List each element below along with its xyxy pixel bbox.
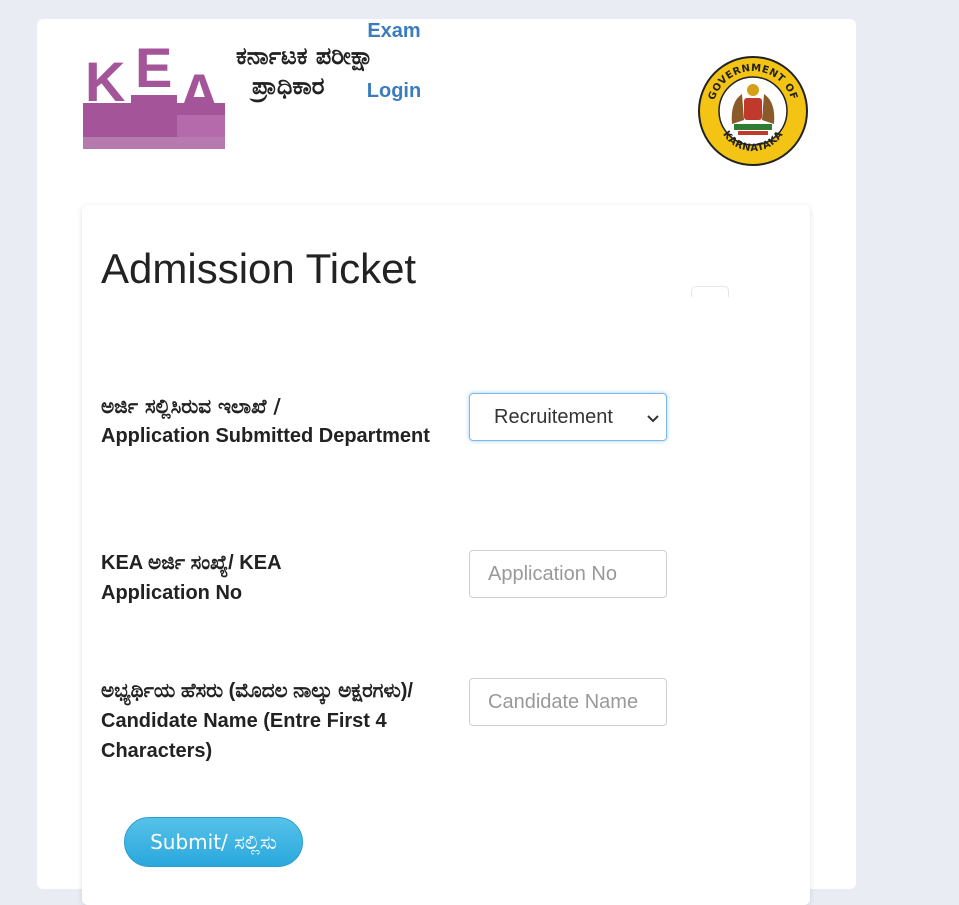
exam-login-line1: Exam <box>367 20 421 42</box>
logo-letter-a: A <box>179 62 219 125</box>
header-card: K E A ಕರ್ನಾಟಕ ಪರೀಕ್ಷಾ ಪ್ರಾಧಿಕಾರ Exam Log… <box>37 16 856 905</box>
application-no-label-en: Application No <box>101 582 243 604</box>
department-label-kn: ಅರ್ಜಿ ಸಲ್ಲಿಸಿರುವ ಇಲಾಖೆ / <box>101 394 281 418</box>
org-title-line2: ಪ್ರಾಧಿಕಾರ <box>252 72 325 100</box>
logo-letter-e: E <box>135 37 172 99</box>
candidate-name-label-en: Candidate Name (Entre First 4 Characters… <box>101 710 387 762</box>
small-box <box>691 286 729 297</box>
application-no-label-kn: KEA ಅರ್ಜಿ ಸಂಖ್ಯೆ/ KEA <box>101 552 282 574</box>
application-no-input[interactable] <box>469 550 667 598</box>
logo-letter-k: K <box>85 50 125 113</box>
admission-form-card: Admission Ticket ಅರ್ಜಿ ಸಲ್ಲಿಸಿರುವ ಇಲಾಖೆ … <box>82 205 810 905</box>
government-seal: GOVERNMENT OF KARNATAKA <box>698 56 808 166</box>
candidate-name-label-kn: ಅಭ್ಯರ್ಥಿಯ ಹೆಸರು (ಮೊದಲ ನಾಲ್ಕು ಅಕ್ಷರಗಳು)/ <box>101 680 413 702</box>
department-select[interactable]: Recruitement <box>469 393 667 441</box>
department-label-en: Application Submitted Department <box>101 425 430 447</box>
application-no-label: KEA ಅರ್ಜಿ ಸಂಖ್ಯೆ/ KEA Application No <box>101 548 431 608</box>
kea-logo: K E A <box>83 37 225 149</box>
candidate-name-input[interactable] <box>469 678 667 726</box>
submit-button[interactable]: Submit/ ಸಲ್ಲಿಸು <box>124 817 303 867</box>
org-title-line1: ಕರ್ನಾಟಕ ಪರೀಕ್ಷಾ <box>236 42 374 70</box>
department-label: ಅರ್ಜಿ ಸಲ್ಲಿಸಿರುವ ಇಲಾಖೆ / Application Sub… <box>101 391 431 451</box>
exam-login-link[interactable]: Exam Login <box>359 16 429 106</box>
candidate-name-label: ಅಭ್ಯರ್ಥಿಯ ಹೆಸರು (ಮೊದಲ ನಾಲ್ಕು ಅಕ್ಷರಗಳು)/ … <box>101 676 431 766</box>
org-title: ಕರ್ನಾಟಕ ಪರೀಕ್ಷಾ ಪ್ರಾಧಿಕಾರ <box>236 41 374 101</box>
page-title: Admission Ticket <box>101 245 417 292</box>
chevron-down-icon <box>647 415 659 423</box>
exam-login-line2: Login <box>366 80 422 102</box>
logo-step-base <box>83 137 225 149</box>
department-selected-value: Recruitement <box>494 405 613 428</box>
